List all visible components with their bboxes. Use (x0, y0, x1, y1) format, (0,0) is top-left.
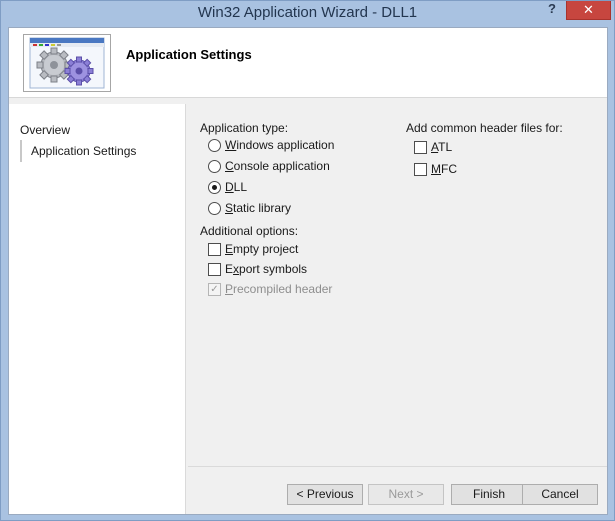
header-files-label: Add common header files for: (406, 121, 563, 135)
finish-button[interactable]: Finish (451, 484, 527, 505)
radio-label: Static library (225, 201, 292, 215)
close-button[interactable]: ✕ (566, 1, 611, 20)
help-button[interactable]: ? (542, 1, 562, 17)
checkbox-label: MFC (431, 162, 457, 176)
sidebar-item-overview[interactable]: Overview (20, 123, 70, 137)
radio-label: Console application (225, 159, 330, 173)
radio-label: Windows application (225, 138, 335, 152)
button-bar: < Previous Next > Finish Cancel (188, 466, 607, 514)
cancel-button[interactable]: Cancel (522, 484, 598, 505)
checkbox-label: Precompiled header (225, 282, 333, 296)
radio-button[interactable] (208, 202, 221, 215)
checkbox[interactable] (208, 263, 221, 276)
window-title: Win32 Application Wizard - DLL1 (197, 4, 418, 21)
checkbox-label: ATL (431, 140, 453, 154)
sidebar-item-application-settings[interactable]: Application Settings (20, 140, 136, 162)
previous-button[interactable]: < Previous (287, 484, 363, 505)
radio-button[interactable] (208, 160, 221, 173)
radio-label: DLL (225, 180, 248, 194)
settings-panel: Application type: Windows application Co… (188, 104, 607, 466)
next-button: Next > (368, 484, 444, 505)
checkbox[interactable] (208, 243, 221, 256)
page-title: Application Settings (126, 47, 252, 62)
dialog-client: Application Settings Overview Applicatio… (8, 27, 608, 515)
application-type-label: Application type: (200, 121, 289, 135)
radio-button[interactable] (208, 139, 221, 152)
close-icon: ✕ (583, 2, 594, 17)
additional-options-label: Additional options: (200, 224, 299, 238)
wizard-window: Win32 Application Wizard - DLL1 ? ✕ Appl… (0, 0, 615, 521)
wizard-sidebar: Overview Application Settings (9, 104, 186, 514)
gears-icon (23, 34, 111, 92)
checkbox[interactable] (414, 141, 427, 154)
checkbox-label: Export symbols (225, 262, 308, 276)
title-bar[interactable]: Win32 Application Wizard - DLL1 ? ✕ (1, 1, 614, 26)
checkbox-label: Empty project (225, 242, 299, 256)
checkbox[interactable] (414, 163, 427, 176)
header-banner: Application Settings (9, 28, 607, 98)
radio-button-selected[interactable] (208, 181, 221, 194)
checkmark-icon: ✓ (208, 283, 221, 296)
